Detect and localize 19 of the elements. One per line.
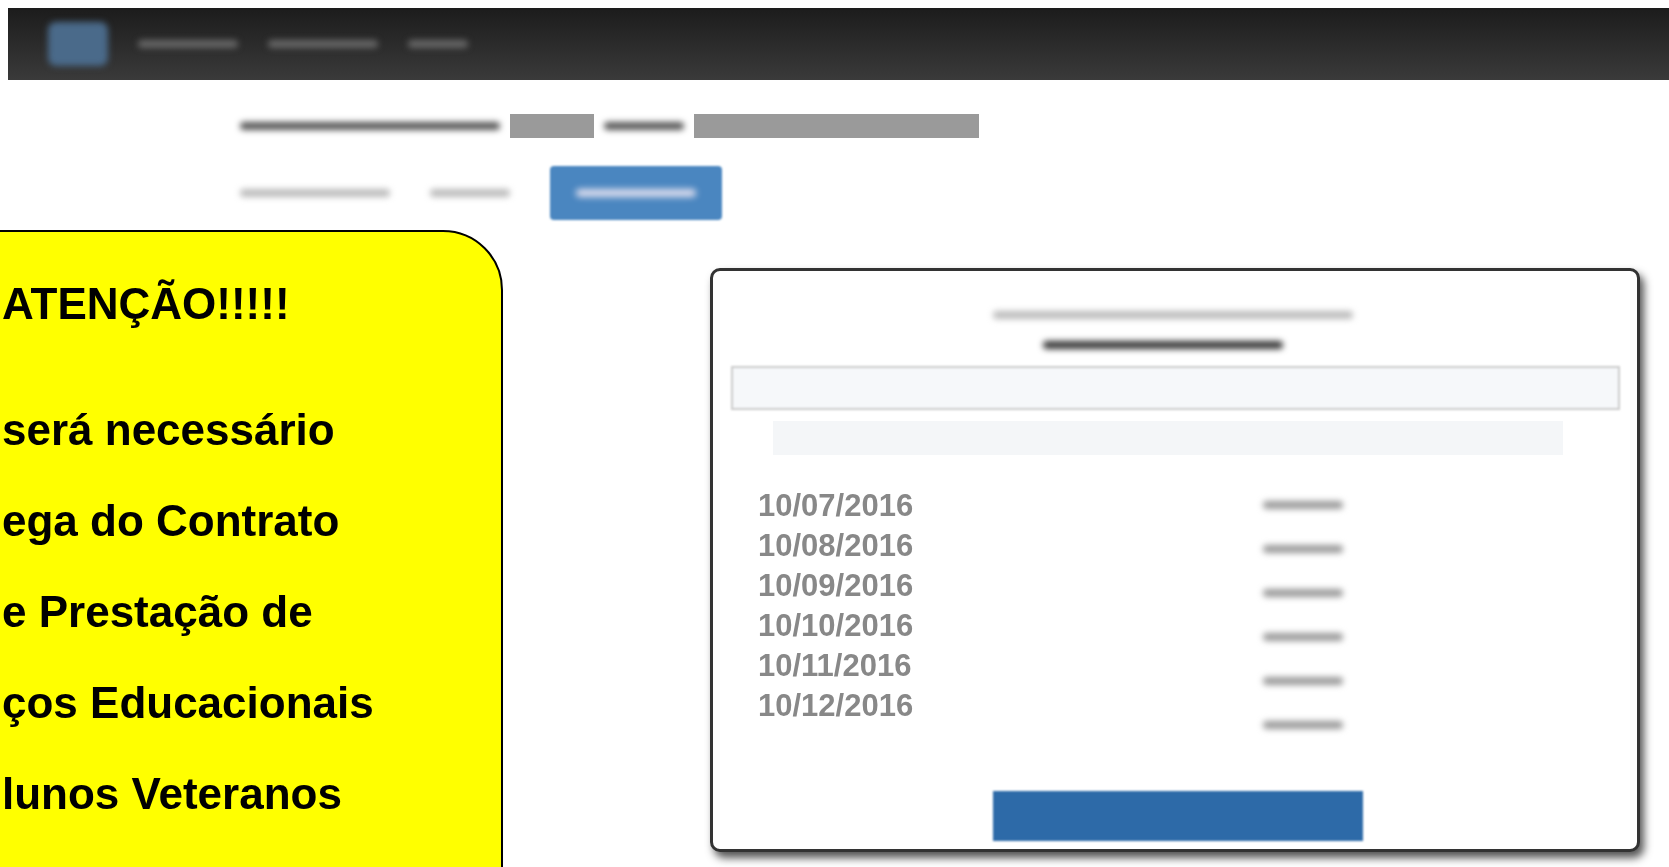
select-field[interactable] [731, 366, 1620, 410]
blurred-tab[interactable] [430, 189, 510, 197]
date-text: 10/12/2016 [758, 687, 915, 725]
date-text: 10/09/2016 [758, 567, 915, 605]
date-text: 10/10/2016 [758, 607, 915, 645]
callout-text: ços Educacionais [2, 677, 375, 729]
date-text: 10/08/2016 [758, 527, 915, 565]
logo-icon [48, 22, 108, 66]
blurred-button[interactable] [550, 166, 722, 220]
callout-text: ega do Contrato [2, 495, 341, 547]
blurred-tab[interactable] [240, 189, 390, 197]
date-text: 10/07/2016 [758, 487, 915, 525]
callout-text: e Prestação de [2, 586, 314, 638]
callout-title: ATENÇÃO!!!!! [2, 278, 291, 330]
date-text: 10/11/2016 [758, 647, 913, 685]
blurred-text [408, 40, 468, 48]
callout-text: lunos Veteranos [2, 768, 343, 820]
callout-text: será necessário [2, 404, 336, 456]
blurred-button[interactable] [993, 791, 1363, 841]
